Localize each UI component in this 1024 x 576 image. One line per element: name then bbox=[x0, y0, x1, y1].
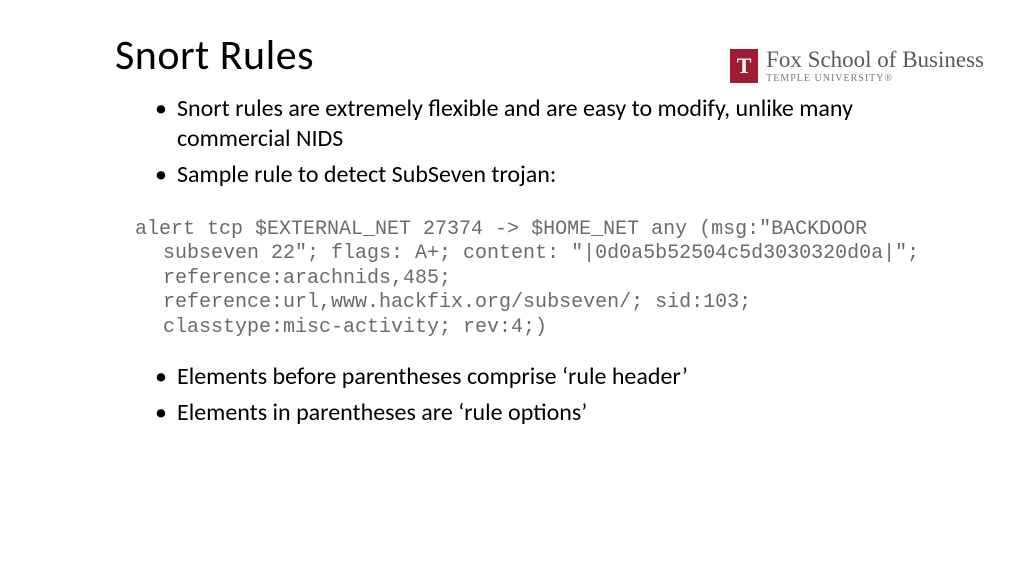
logo-letter: T bbox=[737, 55, 752, 77]
slide-content: Snort rules are extremely flexible and a… bbox=[0, 84, 1024, 428]
list-item: Elements in parentheses are ‘rule option… bbox=[155, 398, 934, 428]
list-item: Sample rule to detect SubSeven trojan: bbox=[155, 160, 934, 190]
page-title: Snort Rules bbox=[115, 30, 314, 81]
bullet-list-bottom: Elements before parentheses comprise ‘ru… bbox=[155, 362, 934, 428]
logo-text: Fox School of Business TEMPLE UNIVERSITY… bbox=[766, 48, 984, 84]
temple-t-icon: T bbox=[730, 49, 758, 83]
list-item: Elements before parentheses comprise ‘ru… bbox=[155, 362, 934, 392]
code-line: reference:url,www.hackfix.org/subseven/;… bbox=[135, 291, 934, 315]
list-item: Snort rules are extremely flexible and a… bbox=[155, 94, 934, 154]
slide: Snort Rules T Fox School of Business TEM… bbox=[0, 0, 1024, 428]
code-block: alert tcp $EXTERNAL_NET 27374 -> $HOME_N… bbox=[135, 196, 934, 362]
code-line: reference:arachnids,485; bbox=[135, 267, 934, 291]
logo-sub-text: TEMPLE UNIVERSITY® bbox=[766, 74, 984, 84]
code-line: subseven 22"; flags: A+; content: "|0d0a… bbox=[135, 242, 934, 266]
logo-main-text: Fox School of Business bbox=[766, 48, 984, 71]
header-row: Snort Rules T Fox School of Business TEM… bbox=[0, 30, 1024, 84]
bullet-list-top: Snort rules are extremely flexible and a… bbox=[155, 94, 934, 190]
code-line: classtype:misc-activity; rev:4;) bbox=[135, 316, 934, 340]
school-logo: T Fox School of Business TEMPLE UNIVERSI… bbox=[730, 48, 984, 84]
code-line: alert tcp $EXTERNAL_NET 27374 -> $HOME_N… bbox=[135, 218, 867, 241]
